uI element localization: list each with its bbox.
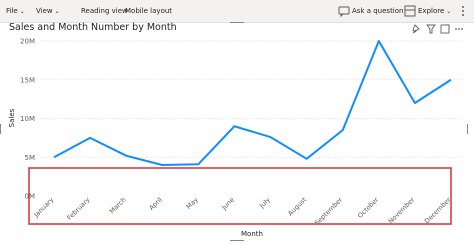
data-point[interactable] — [412, 100, 418, 106]
series-lines — [51, 38, 454, 168]
y-tick-label: 10M — [20, 115, 35, 123]
y-tick-label: 20M — [20, 38, 35, 46]
x-axis-ticks: January February March April May June July Augu… — [32, 195, 453, 226]
y-axis-title: Sales — [8, 108, 16, 127]
x-tick-label: March — [108, 196, 128, 216]
sales-line[interactable] — [53, 40, 452, 166]
x-tick-label: September — [313, 196, 344, 227]
data-point[interactable] — [340, 127, 346, 133]
data-point[interactable] — [376, 38, 382, 44]
x-tick-label: January — [32, 196, 56, 220]
data-point[interactable] — [51, 154, 57, 160]
x-tick-label: August — [286, 195, 308, 217]
data-point[interactable] — [123, 153, 129, 159]
y-tick-label: 15M — [20, 76, 35, 84]
gridlines — [40, 40, 462, 158]
x-tick-label: November — [387, 196, 417, 226]
data-point[interactable] — [304, 156, 310, 162]
x-tick-label: October — [356, 196, 380, 220]
x-tick-label: April — [148, 196, 164, 212]
y-axis-ticks: 0M5M10M15M20M — [20, 38, 35, 201]
data-point[interactable] — [231, 123, 237, 129]
x-tick-label: June — [219, 196, 235, 212]
data-point[interactable] — [159, 162, 165, 168]
x-tick-label: May — [185, 196, 200, 211]
x-axis-title: Month — [241, 230, 263, 238]
x-axis-highlight-box — [28, 167, 452, 225]
line-chart: 0M5M10M15M20M January February March April M… — [8, 38, 462, 238]
data-point[interactable] — [87, 135, 93, 141]
data-point[interactable] — [448, 77, 454, 83]
y-tick-label: 5M — [25, 154, 36, 162]
data-point[interactable] — [268, 134, 274, 140]
data-point[interactable] — [195, 161, 201, 167]
x-tick-label: December — [423, 196, 453, 226]
x-tick-label: February — [65, 196, 91, 222]
x-tick-label: July — [257, 196, 272, 211]
